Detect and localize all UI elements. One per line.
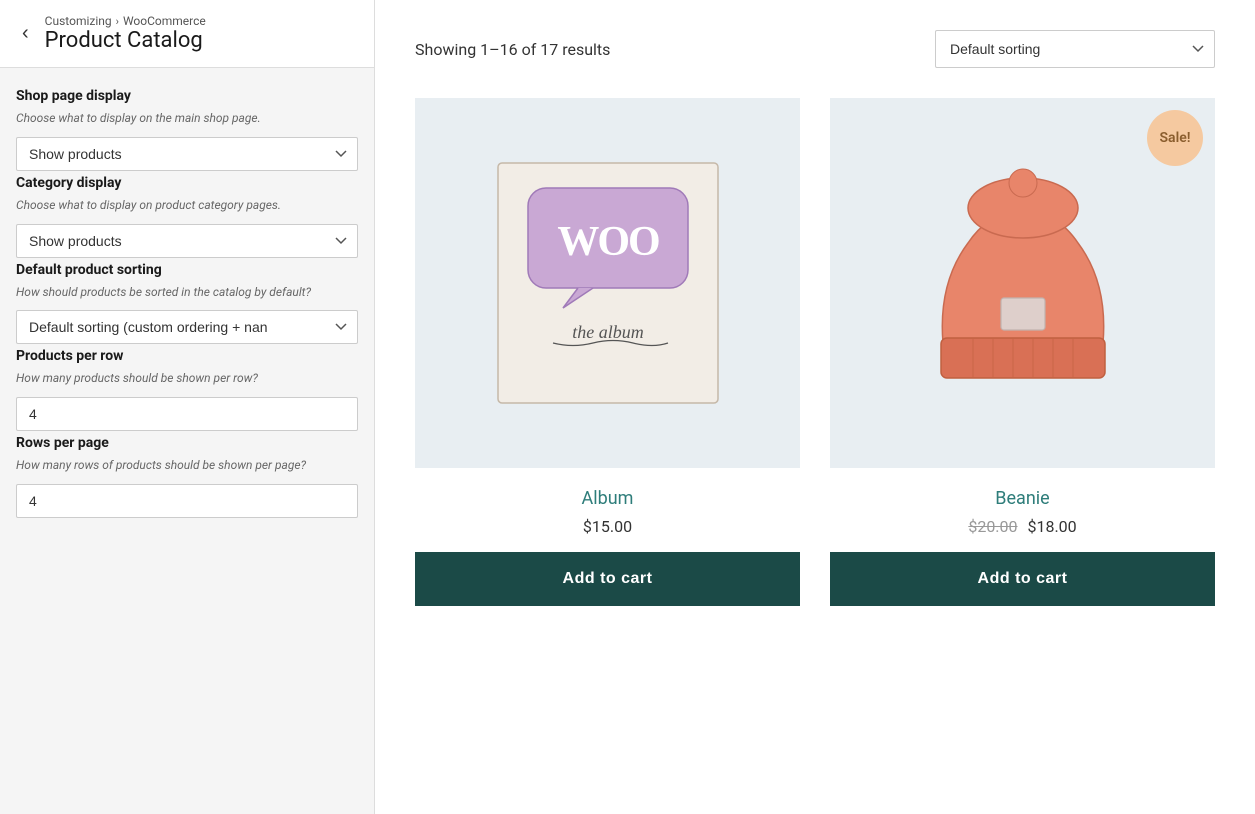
product-card-beanie: Sale! [830, 98, 1215, 606]
section-default-sorting: Default product sorting How should produ… [16, 262, 358, 349]
breadcrumb-parent[interactable]: Customizing [45, 14, 112, 28]
breadcrumb-current: WooCommerce [123, 14, 206, 28]
svg-text:the album: the album [572, 322, 644, 342]
products-grid: WOO the album Album $15.00 Add to cart S… [415, 98, 1215, 606]
product-name-album[interactable]: Album [582, 488, 634, 509]
back-icon: ‹ [22, 22, 29, 45]
results-count: Showing 1–16 of 17 results [415, 40, 610, 59]
svg-text:WOO: WOO [557, 219, 659, 265]
sidebar-header: ‹ Customizing › WooCommerce Product Cata… [0, 0, 374, 68]
section-desc-per-row: How many products should be shown per ro… [16, 370, 358, 387]
price-sale-beanie: $18.00 [1027, 517, 1076, 536]
section-desc-shop-page: Choose what to display on the main shop … [16, 110, 358, 127]
section-title-per-row: Products per row [16, 348, 358, 364]
breadcrumb-area: Customizing › WooCommerce Product Catalo… [45, 14, 206, 53]
shop-page-display-select[interactable]: Show products Show categories Show categ… [16, 137, 358, 171]
section-title-sorting: Default product sorting [16, 262, 358, 278]
section-rows-per-page: Rows per page How many rows of products … [16, 435, 358, 522]
beanie-illustration [913, 143, 1133, 423]
sidebar-content: Shop page display Choose what to display… [0, 68, 374, 542]
product-image-album: WOO the album [415, 98, 800, 468]
section-desc-sorting: How should products be sorted in the cat… [16, 284, 358, 301]
section-products-per-row: Products per row How many products shoul… [16, 348, 358, 435]
add-to-cart-beanie[interactable]: Add to cart [830, 552, 1215, 606]
page-title: Product Catalog [45, 28, 206, 53]
rows-per-page-input[interactable] [16, 484, 358, 518]
product-image-beanie: Sale! [830, 98, 1215, 468]
back-button[interactable]: ‹ [16, 18, 35, 49]
breadcrumb-separator: › [116, 15, 119, 28]
product-price-album: $15.00 [583, 517, 632, 536]
sale-badge: Sale! [1147, 110, 1203, 166]
product-card-album: WOO the album Album $15.00 Add to cart [415, 98, 800, 606]
section-shop-page-display: Shop page display Choose what to display… [16, 88, 358, 175]
product-price-beanie: $20.00 $18.00 [968, 517, 1076, 536]
add-to-cart-album[interactable]: Add to cart [415, 552, 800, 606]
price-original-beanie: $20.00 [968, 517, 1017, 536]
section-title-shop-page: Shop page display [16, 88, 358, 104]
breadcrumb: Customizing › WooCommerce [45, 14, 206, 28]
category-display-select[interactable]: Show products Show categories Show categ… [16, 224, 358, 258]
section-desc-category: Choose what to display on product catego… [16, 197, 358, 214]
section-category-display: Category display Choose what to display … [16, 175, 358, 262]
sidebar: ‹ Customizing › WooCommerce Product Cata… [0, 0, 375, 814]
default-sorting-select[interactable]: Default sorting (custom ordering + nan P… [16, 310, 358, 344]
product-name-beanie[interactable]: Beanie [995, 488, 1049, 509]
section-title-rows: Rows per page [16, 435, 358, 451]
main-header: Showing 1–16 of 17 results Default sorti… [415, 30, 1215, 68]
section-desc-rows: How many rows of products should be show… [16, 457, 358, 474]
sort-select[interactable]: Default sorting Popularity Average ratin… [935, 30, 1215, 68]
products-per-row-input[interactable] [16, 397, 358, 431]
album-illustration: WOO the album [478, 143, 738, 423]
section-title-category: Category display [16, 175, 358, 191]
main-content: Showing 1–16 of 17 results Default sorti… [375, 0, 1255, 814]
